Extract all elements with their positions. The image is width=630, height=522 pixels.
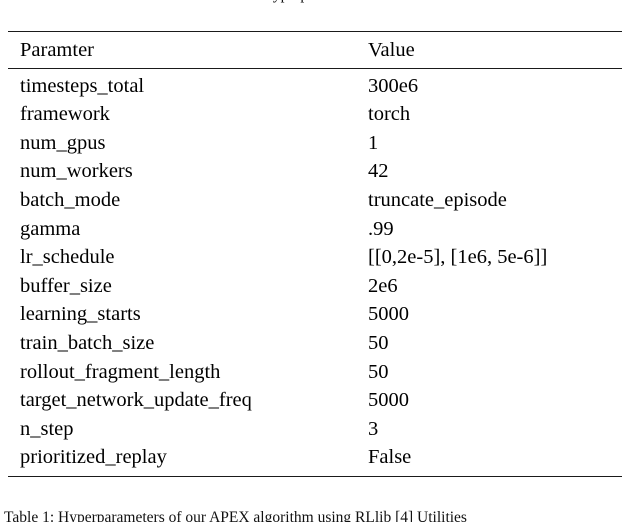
cell-value: False <box>368 446 412 469</box>
caption-below-clipped: Table 1: Hyperparameters of our APEX alg… <box>0 509 630 522</box>
parameter-value-body: timesteps_total 300e6 framework torch nu… <box>8 69 622 476</box>
table-row: timesteps_total 300e6 <box>8 69 622 101</box>
table-row: num_workers 42 <box>8 157 622 186</box>
table-row: rollout_fragment_length 50 <box>8 358 622 387</box>
table-row: batch_mode truncate_episode <box>8 186 622 215</box>
cell-value: 5000 <box>368 389 409 412</box>
page: Hyperparameters Paramter Value <box>0 0 630 522</box>
cell-parameter: prioritized_replay <box>20 446 167 469</box>
table-row: gamma .99 <box>8 215 622 244</box>
table-row: framework torch <box>8 100 622 129</box>
cell-parameter: n_step <box>20 417 74 440</box>
table-row: lr_schedule [[0,2e-5], [1e6, 5e-6]] <box>8 243 622 272</box>
cell-parameter: target_network_update_freq <box>20 389 252 412</box>
cell-value: torch <box>368 103 411 126</box>
column-header-value: Value <box>368 39 415 61</box>
cell-parameter: train_batch_size <box>20 331 155 354</box>
table-header: Paramter Value <box>8 32 622 68</box>
table-row: n_step 3 <box>8 415 622 444</box>
cell-value: .99 <box>368 217 394 240</box>
table-row: target_network_update_freq 5000 <box>8 386 622 415</box>
table-body: timesteps_total 300e6 framework torch nu… <box>8 69 622 476</box>
hyperparameter-table: Paramter Value timesteps_total 300e6 fra… <box>0 31 630 477</box>
table-row: buffer_size 2e6 <box>8 272 622 301</box>
cell-value: truncate_episode <box>368 188 507 211</box>
caption-below-text: Table 1: Hyperparameters of our APEX alg… <box>4 509 467 522</box>
cell-parameter: timesteps_total <box>20 74 145 97</box>
cell-parameter: num_workers <box>20 160 133 183</box>
table-row: learning_starts 5000 <box>8 300 622 329</box>
cell-parameter: rollout_fragment_length <box>20 360 221 383</box>
cell-parameter: lr_schedule <box>20 246 115 269</box>
cell-value: 50 <box>368 331 389 354</box>
parameter-value-table: Paramter Value <box>8 32 622 68</box>
cell-parameter: batch_mode <box>20 188 121 211</box>
column-header-parameter: Paramter <box>20 39 94 61</box>
caption-above-text: Hyperparameters <box>0 0 630 4</box>
table-bottom-rule <box>8 475 622 477</box>
cell-value: 3 <box>368 417 379 440</box>
table-row: train_batch_size 50 <box>8 329 622 358</box>
table-row: num_gpus 1 <box>8 129 622 158</box>
cell-value: 42 <box>368 160 389 183</box>
caption-above-clipped: Hyperparameters <box>0 0 630 8</box>
cell-value: 2e6 <box>368 274 398 297</box>
cell-value: 50 <box>368 360 389 383</box>
cell-value: 300e6 <box>368 74 419 97</box>
header-row: Paramter Value <box>8 32 622 68</box>
table-row: prioritized_replay False <box>8 443 622 476</box>
cell-value: 1 <box>368 131 379 154</box>
cell-parameter: gamma <box>20 217 81 240</box>
cell-parameter: learning_starts <box>20 303 141 326</box>
cell-value: 5000 <box>368 303 409 326</box>
cell-value: [[0,2e-5], [1e6, 5e-6]] <box>368 246 548 269</box>
cell-parameter: buffer_size <box>20 274 112 297</box>
cell-parameter: num_gpus <box>20 131 106 154</box>
cell-parameter: framework <box>20 103 110 126</box>
